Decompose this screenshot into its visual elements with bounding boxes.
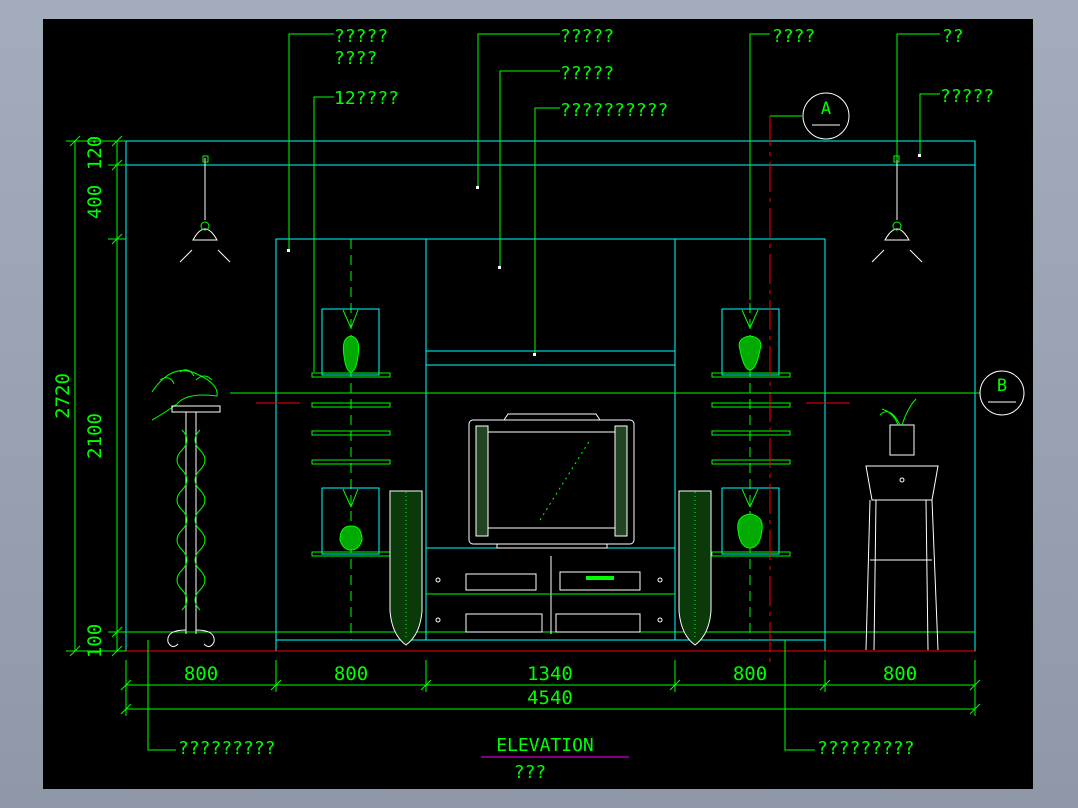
drawing-subtitle: ??? [514, 762, 547, 783]
leader-top-right-c: ????? [940, 86, 994, 107]
leader-top-right-a: ???? [772, 26, 815, 47]
leader-top-left-b: 12???? [334, 88, 399, 109]
elevation-drawing: A B ????? ???? 12???? ????? ????? ??????… [52, 26, 1025, 783]
section-b-label: B [997, 376, 1007, 396]
leader-bottom-right: ????????? [817, 738, 915, 759]
av-equipment [426, 556, 675, 634]
leader-top-center-a: ????? [560, 26, 614, 47]
side-table-right [865, 398, 939, 651]
television [468, 413, 635, 549]
section-a-label: A [821, 99, 831, 119]
dim-horizontal-seg4: 800 [733, 663, 767, 685]
section-line-b: B [230, 370, 1025, 416]
plant-stand-left [151, 369, 221, 648]
right-display-shelves [711, 239, 791, 640]
dim-horizontal-total: 4540 [527, 687, 573, 709]
drawing-title: ELEVATION [496, 735, 594, 756]
dim-horizontal-seg3: 1340 [527, 663, 573, 685]
dim-vertical-middle: 2100 [84, 413, 106, 459]
dim-vertical-bottom: 100 [84, 624, 106, 658]
pendant-lamps [179, 155, 923, 263]
dim-vertical-upper: 400 [84, 185, 106, 219]
leader-top-center-c: ?????????? [560, 100, 668, 121]
dim-vertical-top: 120 [84, 136, 106, 170]
leader-top-left-a-line1: ????? [334, 26, 388, 47]
leader-top-left-a-line2: ???? [334, 48, 377, 69]
dim-vertical-total: 2720 [52, 373, 74, 419]
dim-horizontal-seg2: 800 [334, 663, 368, 685]
dim-horizontal-seg5: 800 [883, 663, 917, 685]
leader-top-center-b: ????? [560, 63, 614, 84]
leader-bottom-left: ????????? [178, 738, 276, 759]
leader-top-right-b: ?? [942, 26, 964, 47]
dim-horizontal-seg1: 800 [184, 663, 218, 685]
left-display-shelves [311, 239, 391, 640]
section-line-a: A [769, 92, 850, 665]
leader-dots [287, 154, 921, 356]
cad-drawing-canvas[interactable]: A B ????? ???? 12???? ????? ????? ??????… [43, 19, 1033, 789]
